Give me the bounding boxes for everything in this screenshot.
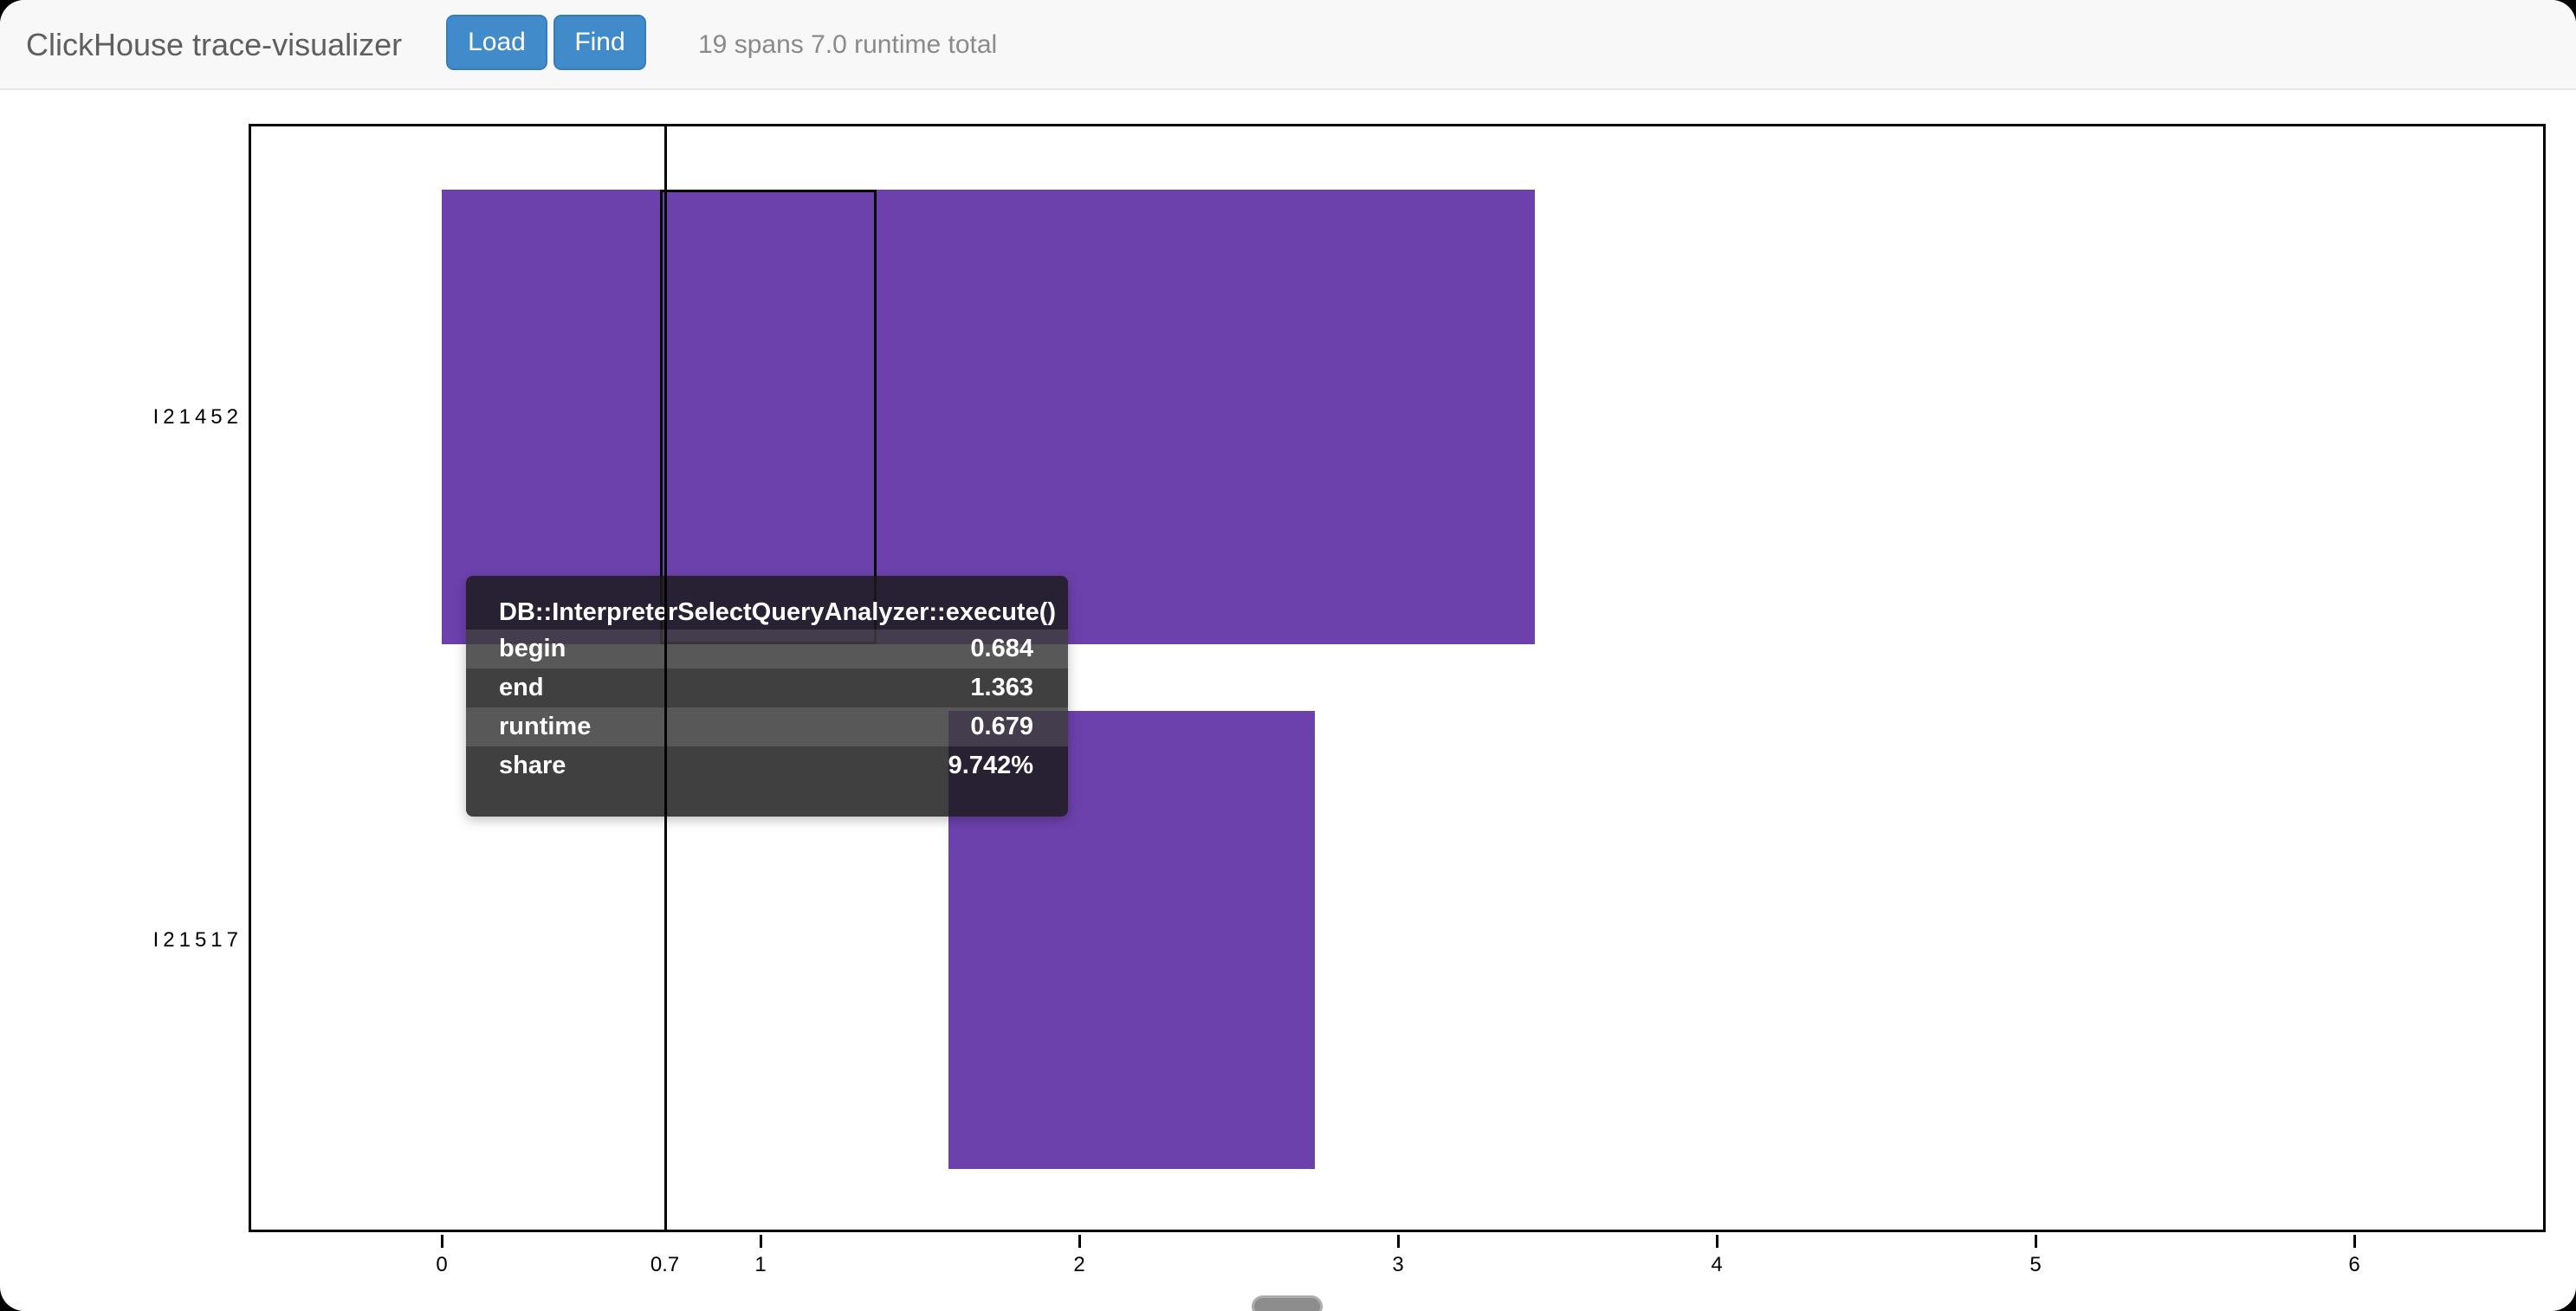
tooltip-row-runtime: runtime 0.679	[466, 707, 1068, 746]
app-window: ClickHouse trace-visualizer Load Find 19…	[0, 0, 2576, 1311]
cursor-line	[664, 124, 667, 1232]
navbar: ClickHouse trace-visualizer Load Find 19…	[0, 0, 2576, 90]
load-button[interactable]: Load	[446, 15, 547, 70]
thread-label: I21517	[69, 928, 243, 953]
tooltip-label: share	[466, 752, 948, 780]
tooltip-row-share: share 9.742%	[466, 746, 1068, 785]
trace-chart: I21452 I21517 0 1 2 3 4 5 6 0.7	[0, 92, 2576, 1311]
find-button[interactable]: Find	[553, 15, 646, 70]
x-axis-tick-label: 6	[2320, 1253, 2389, 1277]
tooltip-row-end: end 1.363	[466, 668, 1068, 707]
x-axis-tick	[2035, 1235, 2037, 1248]
x-axis-tick	[2353, 1235, 2356, 1248]
horizontal-scrollbar-thumb[interactable]	[1252, 1295, 1323, 1311]
x-axis-tick	[441, 1235, 443, 1248]
x-axis-tick	[1078, 1235, 1081, 1248]
x-axis-tick-label: 4	[1682, 1253, 1751, 1277]
tooltip-label: begin	[466, 635, 970, 663]
tooltip-value: 0.679	[970, 713, 1068, 741]
cursor-position-label: 0.7	[631, 1253, 700, 1277]
thread-label: I21452	[69, 405, 243, 429]
x-axis-tick	[1716, 1235, 1718, 1248]
tooltip-value: 9.742%	[948, 752, 1068, 780]
tooltip-value: 0.684	[970, 635, 1068, 663]
tooltip-function-name: DB::InterpreterSelectQueryAnalyzer::exec…	[466, 595, 1068, 630]
app-title: ClickHouse trace-visualizer	[26, 0, 402, 90]
tooltip-label: runtime	[466, 713, 970, 741]
tooltip-row-begin: begin 0.684	[466, 630, 1068, 668]
x-axis-tick	[760, 1235, 762, 1248]
x-axis-tick	[1397, 1235, 1400, 1248]
x-axis-tick-label: 0	[407, 1253, 476, 1277]
x-axis-tick-label: 1	[726, 1253, 795, 1277]
tooltip-label: end	[466, 674, 970, 702]
x-axis-tick-label: 3	[1363, 1253, 1433, 1277]
x-axis-tick-label: 5	[2001, 1253, 2070, 1277]
tooltip-value: 1.363	[970, 674, 1068, 702]
x-axis-tick-label: 2	[1045, 1253, 1114, 1277]
span-tooltip: DB::InterpreterSelectQueryAnalyzer::exec…	[466, 576, 1068, 817]
spans-runtime-status: 19 spans 7.0 runtime total	[698, 0, 997, 90]
